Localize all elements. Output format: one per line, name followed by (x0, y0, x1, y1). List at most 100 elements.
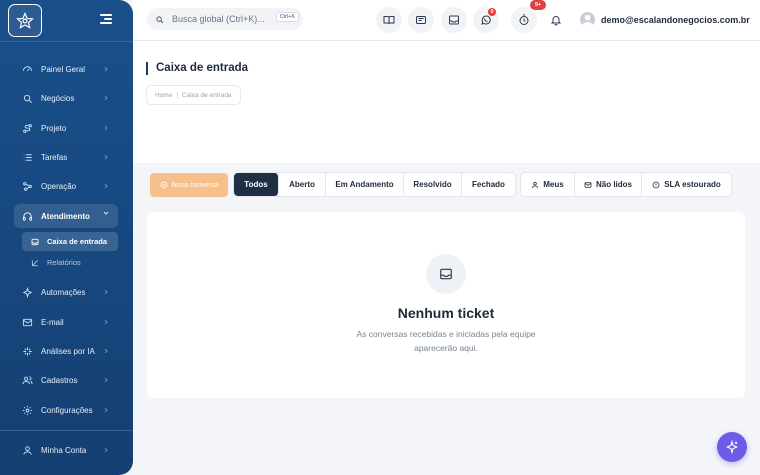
dashboard-icon (21, 63, 33, 75)
clock-icon (519, 14, 529, 25)
chevron-right-icon (104, 447, 108, 453)
chevron-right-icon (104, 154, 108, 160)
tab-sla-estourado[interactable]: SLA estourado (642, 173, 731, 196)
user-icon (21, 444, 33, 456)
sidebar-item-configuracoes[interactable]: Configurações (14, 398, 118, 422)
star-logo-icon (16, 11, 34, 29)
tab-fechado[interactable]: Fechado (462, 173, 515, 196)
app-logo[interactable] (8, 4, 42, 37)
sparkle-icon (725, 440, 739, 454)
inbox-icon (440, 268, 452, 280)
notifications-button[interactable] (543, 7, 569, 33)
tab-resolvido[interactable]: Resolvido (404, 173, 462, 196)
tab-todos[interactable]: Todos (234, 173, 279, 196)
tab-nao-lidos[interactable]: Não lidos (575, 173, 642, 196)
chevron-right-icon (104, 66, 108, 72)
page-header: Caixa de entrada Home | Caixa de entrada (133, 41, 760, 163)
empty-state-title: Nenhum ticket (397, 305, 495, 321)
chevron-right-icon (104, 289, 108, 295)
chevron-down-icon (103, 211, 109, 215)
new-conversation-button[interactable]: Nova conversa (150, 173, 228, 197)
sidebar-item-cadastros[interactable]: Cadastros (14, 368, 118, 392)
sidebar-item-label: Minha Conta (41, 445, 87, 455)
sparkle-icon (21, 345, 33, 357)
sidebar-item-label: Cadastros (41, 375, 78, 385)
bolt-icon (21, 286, 33, 298)
route-icon (21, 122, 33, 134)
chevron-right-icon (104, 407, 108, 413)
sidebar-item-label: Painel Geral (41, 64, 86, 74)
list-icon (21, 151, 33, 163)
headset-icon (21, 210, 33, 222)
breadcrumb-current: Caixa de entrada (182, 91, 232, 99)
sidebar-subitem-caixa-de-entrada[interactable]: Caixa de entrada (22, 232, 118, 251)
sidebar-item-painel-geral[interactable]: Painel Geral (14, 57, 118, 81)
ai-assistant-button[interactable] (717, 432, 747, 462)
tab-meus[interactable]: Meus (521, 173, 575, 196)
user-avatar-icon (581, 14, 594, 27)
search-icon (156, 15, 164, 23)
user-icon (532, 181, 539, 188)
sidebar-subitem-label: Relatórios (47, 258, 81, 267)
sidebar: Painel Geral Negócios Projeto Tarefas Op… (0, 0, 133, 475)
timer-button[interactable]: 9+ (511, 0, 546, 33)
tab-meus-label: Meus (543, 180, 564, 189)
menu-toggle-icon[interactable] (100, 14, 112, 24)
sidebar-item-email[interactable]: E-mail (14, 310, 118, 334)
inbox-icon (31, 238, 39, 245)
bell-icon (550, 16, 562, 26)
sidebar-item-label: E-mail (41, 317, 64, 327)
sidebar-subitem-relatorios[interactable]: Relatórios (22, 253, 118, 272)
breadcrumb: Home | Caixa de entrada (146, 85, 241, 105)
chevron-right-icon (104, 95, 108, 101)
sidebar-item-minha-conta[interactable]: Minha Conta (14, 438, 118, 462)
user-email[interactable]: demo@escalandonegocios.com.br (601, 15, 750, 25)
newspaper-icon (416, 16, 426, 24)
sidebar-item-tarefas[interactable]: Tarefas (14, 145, 118, 169)
sidebar-item-label: Operação (41, 181, 77, 191)
network-icon (21, 180, 33, 192)
top-bar: Busca global (Ctrl+K)... Ctrl+K 0 9+ dem… (133, 0, 760, 41)
search-placeholder: Busca global (Ctrl+K)... (172, 14, 265, 24)
sidebar-item-projeto[interactable]: Projeto (14, 116, 118, 140)
page-title: Caixa de entrada (146, 62, 248, 75)
sidebar-item-label: Negócios (41, 93, 75, 103)
timer-badge: 9+ (530, 0, 546, 10)
sidebar-item-negocios[interactable]: Negócios (14, 86, 118, 110)
sidebar-item-atendimento[interactable]: Atendimento (14, 204, 118, 228)
sidebar-item-label: Atendimento (41, 211, 90, 221)
breadcrumb-home[interactable]: Home (155, 92, 172, 99)
users-icon (21, 374, 33, 386)
sidebar-divider (0, 430, 133, 431)
whatsapp-badge: 0 (488, 8, 496, 16)
new-conversation-label: Nova conversa (171, 181, 219, 189)
search-icon (21, 92, 33, 104)
whatsapp-button[interactable]: 0 (473, 7, 499, 33)
quick-filter-tabs: Meus Não lidos SLA estourado (520, 172, 732, 197)
sidebar-item-operacao[interactable]: Operação (14, 174, 118, 198)
sidebar-item-label: Tarefas (41, 152, 68, 162)
plus-circle-icon (160, 181, 168, 189)
alert-circle-icon (652, 181, 660, 188)
tab-em-andamento[interactable]: Em Andamento (326, 173, 404, 196)
keyboard-shortcut-badge: Ctrl+K (275, 12, 299, 22)
book-icon (383, 16, 395, 25)
chart-icon (31, 259, 38, 266)
chevron-right-icon (104, 183, 108, 189)
avatar[interactable] (580, 12, 595, 27)
sidebar-item-automacoes[interactable]: Automações (14, 280, 118, 304)
docs-button[interactable] (376, 7, 402, 33)
mail-icon (21, 316, 33, 328)
sidebar-divider (0, 41, 133, 42)
news-button[interactable] (408, 7, 434, 33)
chevron-right-icon (104, 348, 108, 354)
tickets-empty-state: Nenhum ticket As conversas recebidas e i… (147, 212, 745, 398)
tab-nao-lidos-label: Não lidos (595, 180, 632, 189)
tab-aberto[interactable]: Aberto (279, 173, 326, 196)
chevron-right-icon (104, 125, 108, 131)
inbox-button[interactable] (441, 7, 467, 33)
search-input[interactable]: Busca global (Ctrl+K)... Ctrl+K (147, 8, 303, 30)
sidebar-item-analises-ia[interactable]: Análises por IA (14, 339, 118, 363)
sidebar-item-label: Análises por IA (41, 346, 95, 356)
chevron-right-icon (104, 377, 108, 383)
